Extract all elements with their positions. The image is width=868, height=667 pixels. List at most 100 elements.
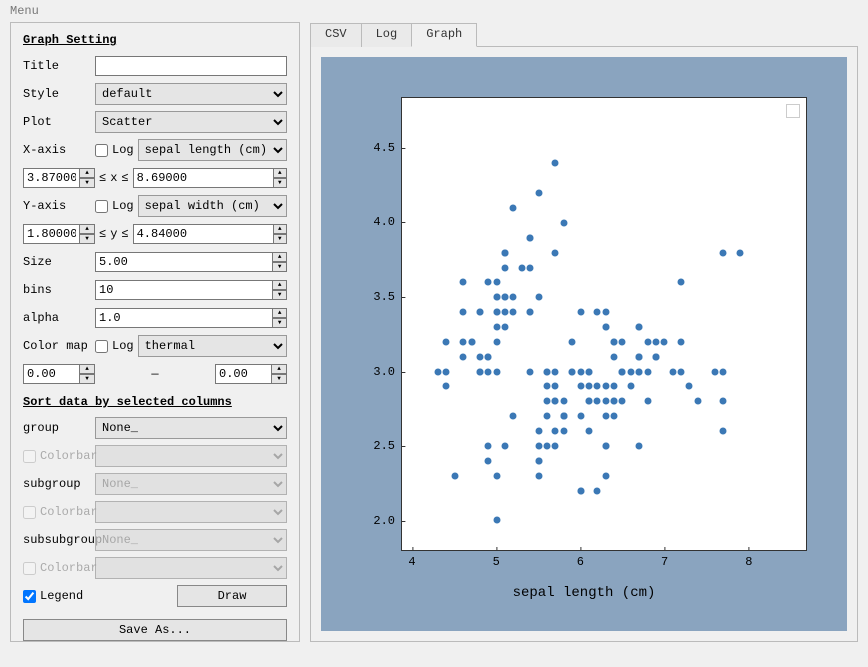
menu-item[interactable]: Menu: [10, 4, 39, 18]
scatter-point: [510, 294, 517, 301]
scatter-point: [535, 472, 542, 479]
spinner-up-icon[interactable]: ▲: [271, 364, 287, 374]
style-label: Style: [23, 87, 95, 101]
spinner-down-icon[interactable]: ▼: [79, 234, 95, 244]
spinner-down-icon[interactable]: ▼: [79, 374, 95, 384]
scatter-point: [493, 309, 500, 316]
plot-select[interactable]: Scatter: [95, 111, 287, 133]
x-min-spinner[interactable]: ▲▼: [23, 168, 95, 188]
spinner-up-icon[interactable]: ▲: [272, 308, 287, 318]
scatter-point: [602, 309, 609, 316]
group-select[interactable]: None_: [95, 417, 287, 439]
scatter-point: [493, 472, 500, 479]
scatter-point: [552, 383, 559, 390]
scatter-point: [485, 457, 492, 464]
spinner-up-icon[interactable]: ▲: [272, 252, 287, 262]
tab-csv[interactable]: CSV: [310, 23, 362, 47]
scatter-point: [720, 249, 727, 256]
scatter-point: [611, 338, 618, 345]
x-field-select[interactable]: sepal length (cm): [138, 139, 287, 161]
scatter-point: [443, 338, 450, 345]
spinner-down-icon[interactable]: ▼: [272, 318, 287, 328]
scatter-point: [602, 442, 609, 449]
spinner-down-icon[interactable]: ▼: [273, 234, 287, 244]
style-select[interactable]: default: [95, 83, 287, 105]
colorbar-select-2: [95, 501, 287, 523]
bins-spinner[interactable]: ▲▼: [95, 280, 287, 300]
scatter-point: [619, 338, 626, 345]
spinner-down-icon[interactable]: ▼: [273, 178, 287, 188]
y-min-spinner[interactable]: ▲▼: [23, 224, 95, 244]
spinner-up-icon[interactable]: ▲: [79, 364, 95, 374]
scatter-point: [502, 249, 509, 256]
spinner-up-icon[interactable]: ▲: [79, 224, 95, 234]
scatter-point: [569, 338, 576, 345]
spinner-down-icon[interactable]: ▼: [271, 374, 287, 384]
scatter-point: [493, 368, 500, 375]
scatter-point: [585, 398, 592, 405]
cmap-log-checkbox[interactable]: Log: [95, 339, 134, 353]
save-as-button[interactable]: Save As...: [23, 619, 287, 641]
scatter-point: [544, 398, 551, 405]
scatter-point: [678, 368, 685, 375]
scatter-point: [652, 353, 659, 360]
cmap-select[interactable]: thermal: [138, 335, 287, 357]
draw-button[interactable]: Draw: [177, 585, 287, 607]
x-tick: 7: [661, 551, 668, 569]
scatter-point: [560, 413, 567, 420]
legend-checkbox[interactable]: Legend: [23, 589, 95, 603]
scatter-point: [493, 323, 500, 330]
scatter-point: [644, 338, 651, 345]
output-panel: CSV Log Graph sepal width (cm) sepal len…: [310, 22, 858, 642]
subgroup-select: None_: [95, 473, 287, 495]
spinner-up-icon[interactable]: ▲: [79, 168, 95, 178]
tab-graph[interactable]: Graph: [411, 23, 477, 47]
x-max-spinner[interactable]: ▲▼: [133, 168, 287, 188]
scatter-point: [502, 264, 509, 271]
scatter-point: [602, 398, 609, 405]
scatter-point: [661, 338, 668, 345]
title-input[interactable]: [95, 56, 287, 76]
scatter-point: [636, 323, 643, 330]
scatter-point: [535, 428, 542, 435]
tab-log[interactable]: Log: [361, 23, 413, 47]
y-log-checkbox[interactable]: Log: [95, 199, 134, 213]
spinner-up-icon[interactable]: ▲: [273, 168, 287, 178]
colorbar-select-1: [95, 445, 287, 467]
spinner-down-icon[interactable]: ▼: [272, 262, 287, 272]
subgroup-label: subgroup: [23, 477, 95, 491]
title-label: Title: [23, 59, 95, 73]
cmap-max-spinner[interactable]: ▲▼: [215, 364, 287, 384]
y-field-select[interactable]: sepal width (cm): [138, 195, 287, 217]
alpha-label: alpha: [23, 311, 95, 325]
scatter-point: [678, 338, 685, 345]
bins-label: bins: [23, 283, 95, 297]
colorbar-checkbox-1: Colorbar: [23, 449, 95, 463]
scatter-point: [602, 413, 609, 420]
graph-setting-title: Graph Setting: [23, 33, 287, 47]
spinner-down-icon[interactable]: ▼: [79, 178, 95, 188]
size-spinner[interactable]: ▲▼: [95, 252, 287, 272]
settings-panel: Graph Setting Title Style default Plot S…: [10, 22, 300, 642]
y-tick: 2.0: [373, 514, 401, 528]
colorbar-checkbox-3: Colorbar: [23, 561, 95, 575]
scatter-point: [502, 309, 509, 316]
cmap-min-spinner[interactable]: ▲▼: [23, 364, 95, 384]
y-max-spinner[interactable]: ▲▼: [133, 224, 287, 244]
spinner-up-icon[interactable]: ▲: [273, 224, 287, 234]
y-tick: 4.0: [373, 215, 401, 229]
scatter-point: [485, 353, 492, 360]
spinner-up-icon[interactable]: ▲: [272, 280, 287, 290]
spinner-down-icon[interactable]: ▼: [272, 290, 287, 300]
scatter-point: [594, 487, 601, 494]
scatter-point: [669, 368, 676, 375]
scatter-point: [493, 517, 500, 524]
scatter-point: [502, 323, 509, 330]
scatter-point: [627, 368, 634, 375]
scatter-point: [552, 249, 559, 256]
scatter-point: [468, 338, 475, 345]
x-log-checkbox[interactable]: Log: [95, 143, 134, 157]
alpha-spinner[interactable]: ▲▼: [95, 308, 287, 328]
scatter-point: [544, 368, 551, 375]
scatter-point: [577, 487, 584, 494]
